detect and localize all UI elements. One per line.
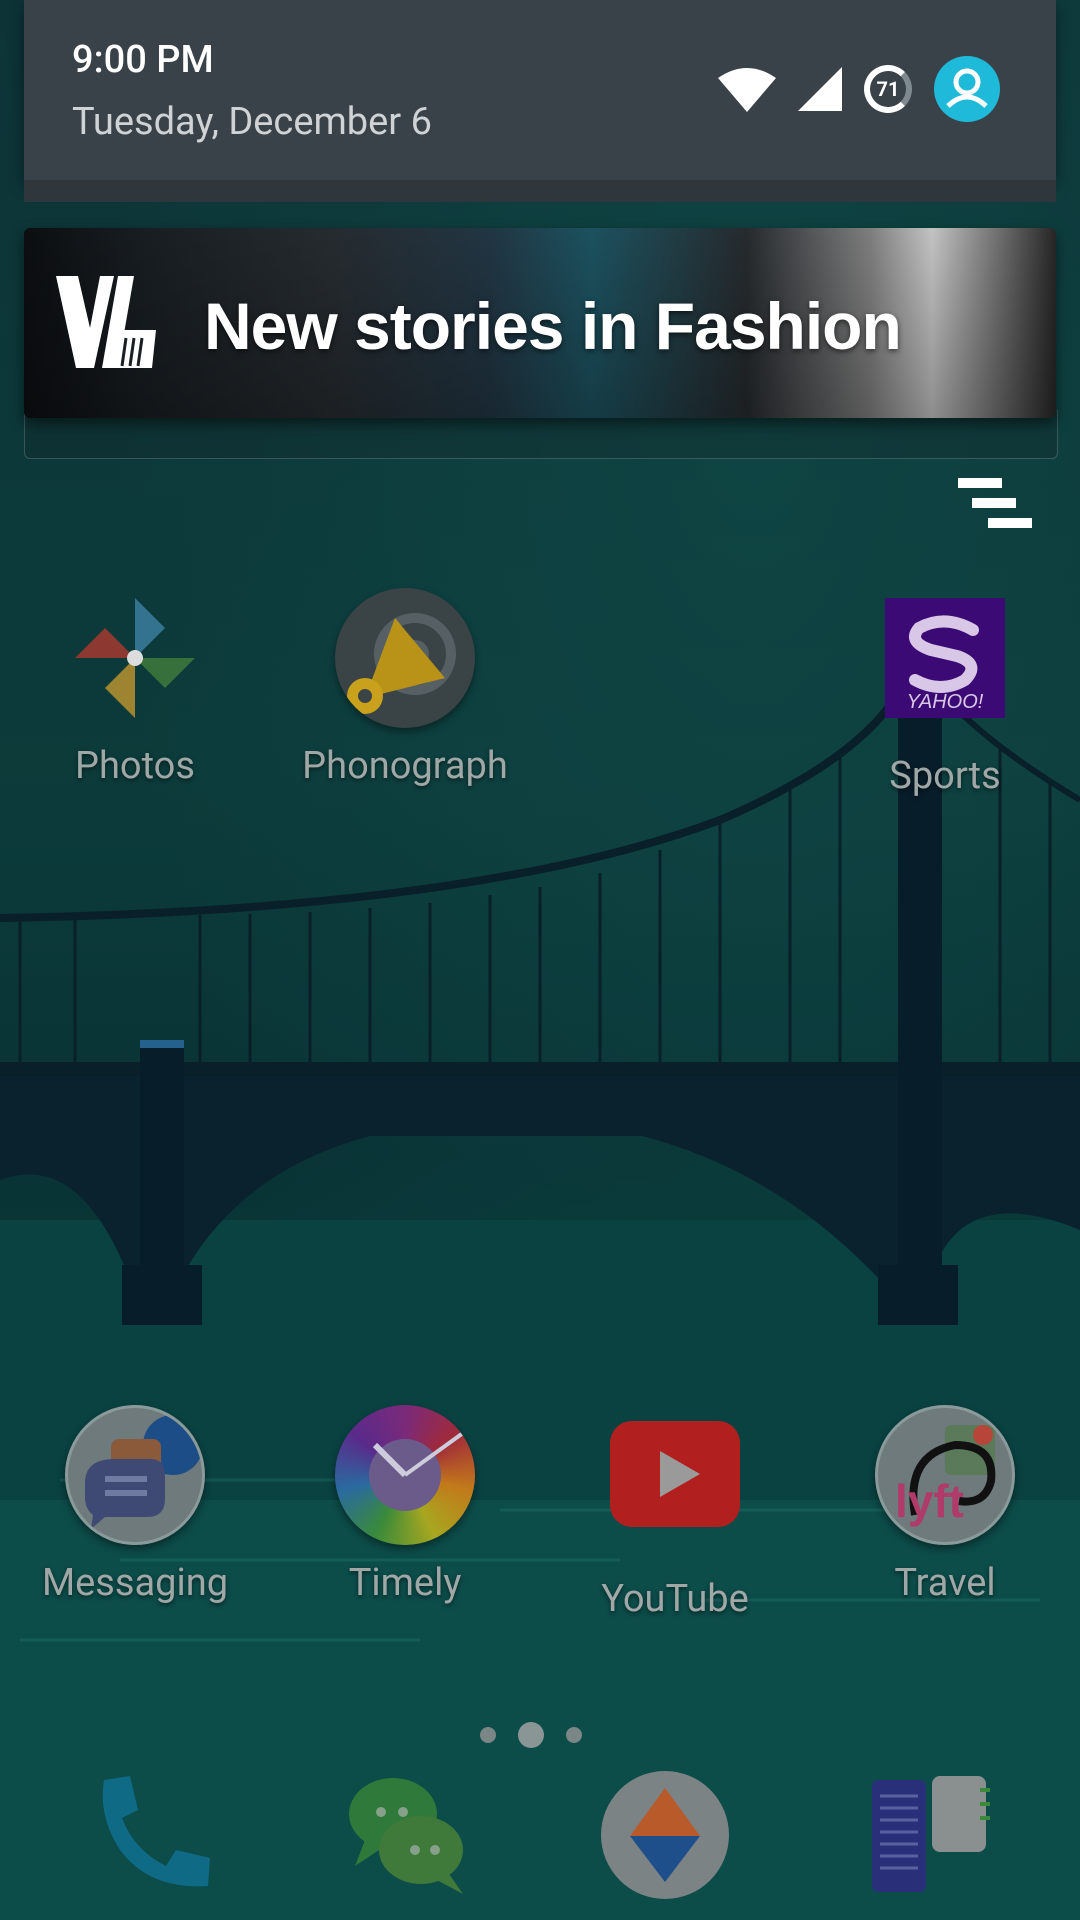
page-dot[interactable] xyxy=(566,1727,582,1743)
app-label: Timely xyxy=(348,1561,462,1605)
app-travel-folder[interactable]: lyft Travel xyxy=(825,1405,1065,1605)
page-indicator[interactable] xyxy=(480,1722,582,1748)
svg-text:lyft: lyft xyxy=(895,1475,964,1527)
app-messaging-folder[interactable]: Messaging xyxy=(15,1405,255,1605)
app-timely[interactable]: Timely xyxy=(285,1405,525,1605)
clock-time: 9:00 PM xyxy=(72,38,214,82)
app-label: Messaging xyxy=(41,1561,229,1605)
phone-icon xyxy=(102,1776,210,1887)
phonograph-icon xyxy=(335,588,475,728)
travel-folder-icon: lyft xyxy=(875,1405,1015,1545)
battery-level: 71 xyxy=(876,77,900,101)
navigation-compass-icon xyxy=(601,1771,729,1899)
wifi-icon xyxy=(718,68,776,112)
status-icons: 71 xyxy=(718,56,1000,122)
battery-icon: 71 xyxy=(864,65,912,113)
dock-navigation[interactable] xyxy=(600,1770,730,1904)
date-text[interactable]: Tuesday, December 6 xyxy=(72,100,432,144)
page-dot-active[interactable] xyxy=(518,1722,544,1748)
verge-logo-icon xyxy=(56,276,156,368)
app-label: Photos xyxy=(75,744,195,788)
dock-chat[interactable] xyxy=(345,1770,475,1904)
app-phonograph[interactable]: Phonograph xyxy=(285,588,525,788)
youtube-icon xyxy=(605,1421,745,1561)
app-label: YouTube xyxy=(601,1577,749,1621)
app-photos[interactable]: Photos xyxy=(15,588,255,788)
cell-signal-icon xyxy=(798,67,842,111)
dock-phone[interactable] xyxy=(90,1770,220,1904)
quick-settings-strip xyxy=(24,180,1056,202)
photos-pinwheel-icon xyxy=(65,588,205,728)
notification-card[interactable]: New stories in Fashion xyxy=(24,228,1056,418)
app-label: Phonograph xyxy=(302,744,508,788)
app-youtube[interactable]: YouTube xyxy=(555,1405,795,1621)
app-label: Travel xyxy=(894,1561,996,1605)
clear-all-icon[interactable] xyxy=(958,478,1032,534)
user-avatar-icon[interactable] xyxy=(934,56,1000,122)
dock-notes[interactable] xyxy=(868,1770,998,1904)
notes-icon xyxy=(872,1776,990,1892)
messaging-folder-icon xyxy=(65,1405,205,1545)
notification-title: New stories in Fashion xyxy=(204,289,902,363)
app-label: Sports xyxy=(889,754,1001,798)
page-dot[interactable] xyxy=(480,1727,496,1743)
timely-clock-icon xyxy=(335,1405,475,1545)
chat-bubbles-icon xyxy=(349,1778,463,1894)
svg-text:YAHOO!: YAHOO! xyxy=(907,691,984,713)
quick-settings-header[interactable]: 9:00 PM Tuesday, December 6 71 xyxy=(24,0,1056,180)
yahoo-sports-icon: YAHOO! xyxy=(875,598,1015,738)
app-sports[interactable]: YAHOO! Sports xyxy=(825,588,1065,798)
